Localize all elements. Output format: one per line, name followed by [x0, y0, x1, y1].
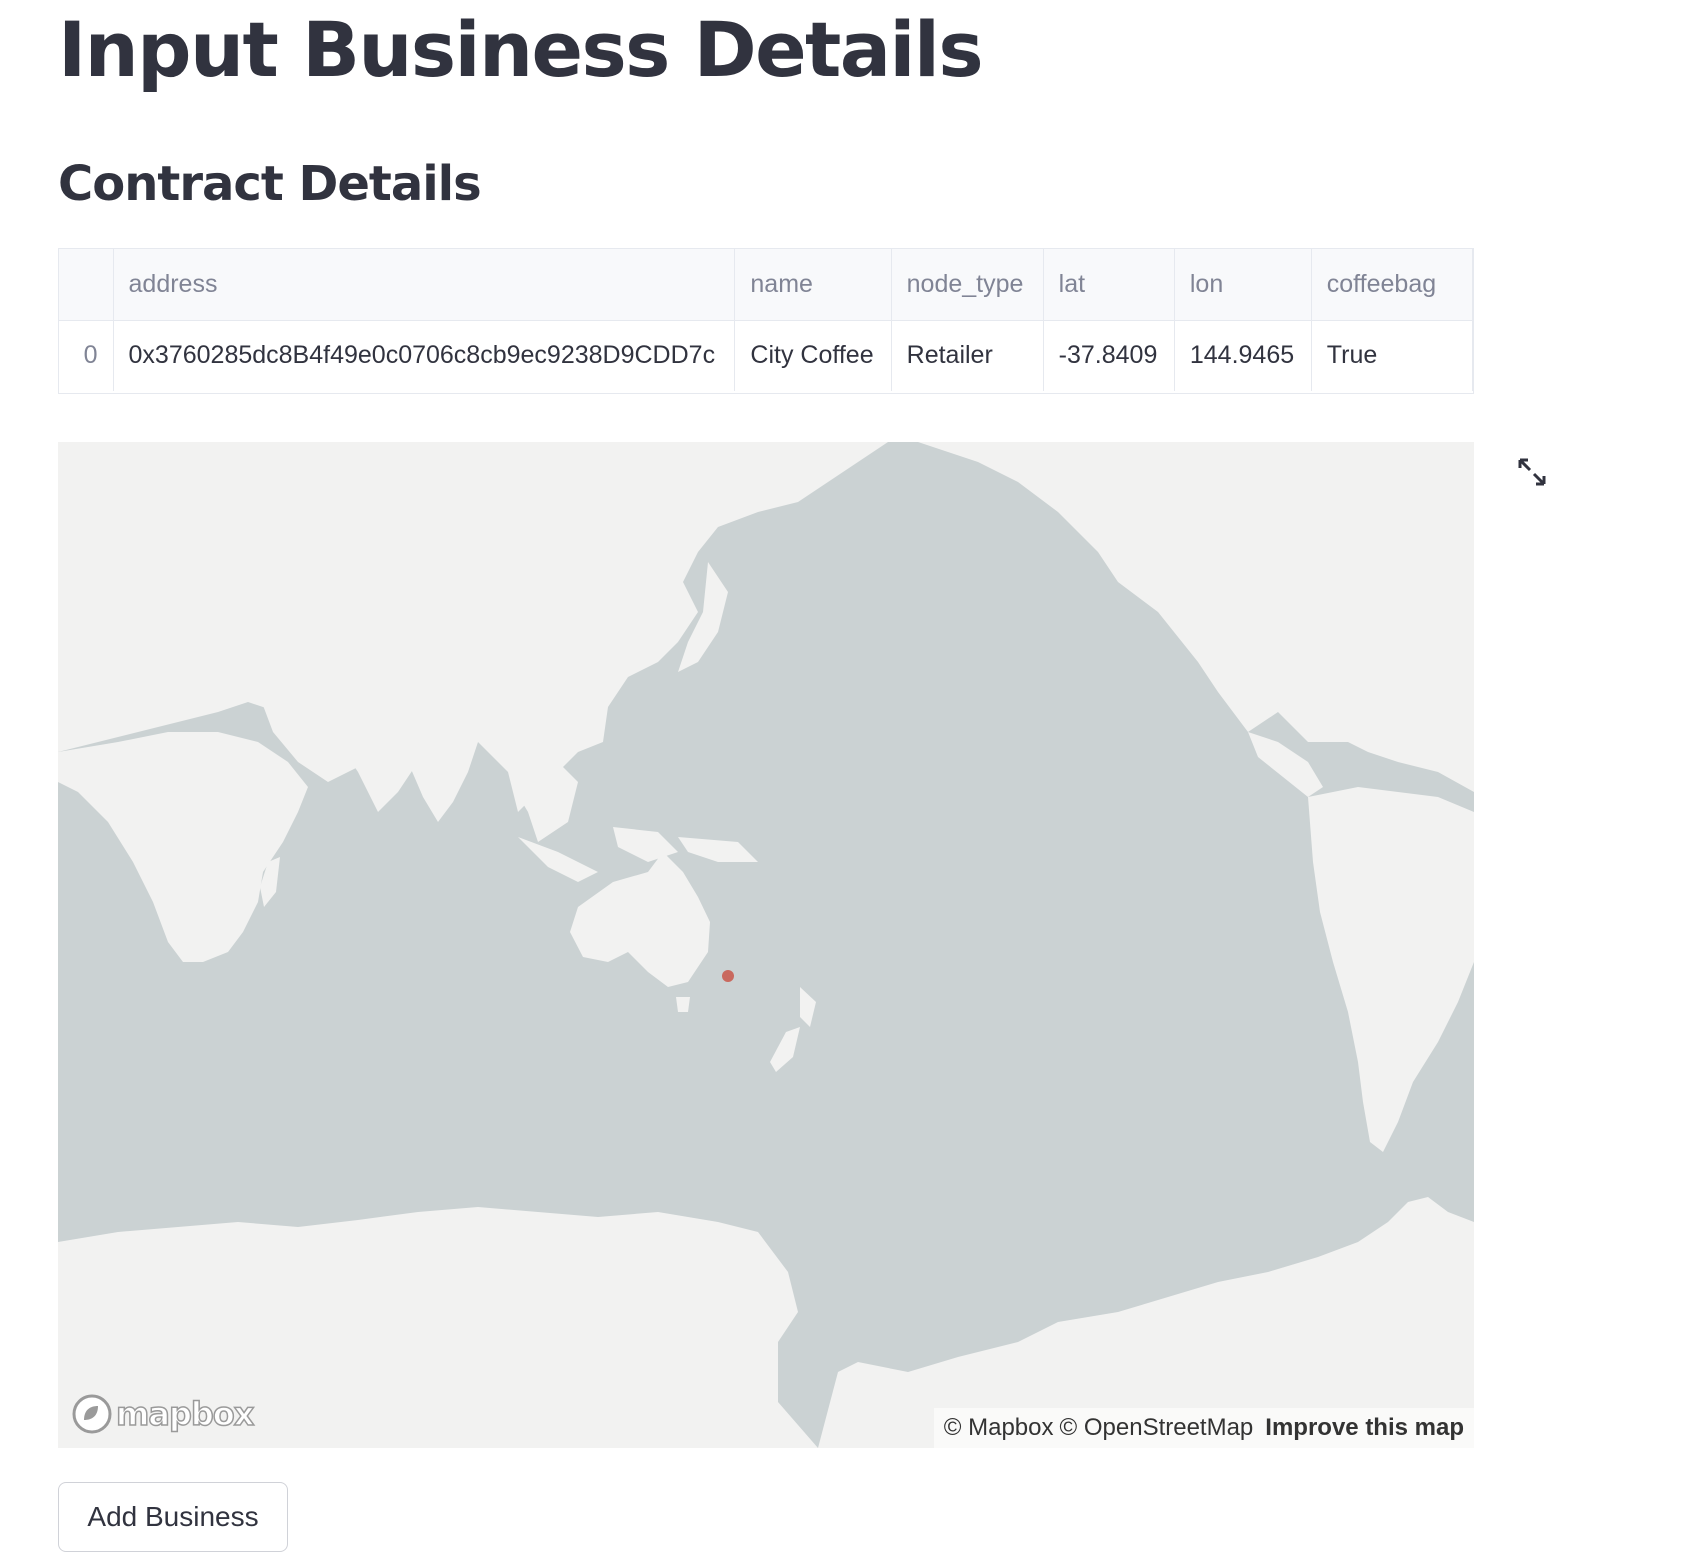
page-title: Input Business Details: [58, 5, 984, 94]
column-header-lat[interactable]: lat: [1043, 249, 1175, 321]
contract-details-table[interactable]: address name node_type lat lon coffeebag…: [58, 248, 1474, 394]
cell-index[interactable]: 0: [59, 320, 114, 391]
attribution-mapbox-link[interactable]: © Mapbox: [944, 1414, 1054, 1442]
attribution-osm-link[interactable]: © OpenStreetMap: [1060, 1414, 1254, 1442]
column-header-index[interactable]: [59, 249, 114, 321]
expand-icon[interactable]: [1512, 452, 1552, 492]
mapbox-logo-text: mapbox: [115, 1395, 255, 1433]
table-row: 0 0x3760285dc8B4f49e0c0706c8cb9ec9238D9C…: [59, 320, 1473, 391]
cell-name[interactable]: City Coffee: [734, 320, 892, 391]
add-business-button[interactable]: Add Business: [58, 1482, 288, 1552]
land-tasmania: [676, 997, 690, 1012]
improve-map-link[interactable]: Improve this map: [1265, 1414, 1464, 1442]
cell-coffeebag[interactable]: True: [1311, 320, 1473, 391]
mapbox-logo-icon: [72, 1394, 112, 1434]
section-title: Contract Details: [58, 156, 482, 212]
column-header-address[interactable]: address: [113, 249, 736, 321]
location-marker[interactable]: [722, 970, 734, 982]
column-header-coffeebag[interactable]: coffeebag: [1311, 249, 1473, 321]
column-header-lon[interactable]: lon: [1174, 249, 1312, 321]
map-view[interactable]: mapbox © Mapbox © OpenStreetMap Improve …: [58, 442, 1474, 1448]
world-map-graphic: [58, 442, 1474, 1448]
cell-lat[interactable]: -37.8409: [1043, 320, 1175, 391]
column-header-node-type[interactable]: node_type: [891, 249, 1044, 321]
cell-node-type[interactable]: Retailer: [891, 320, 1044, 391]
mapbox-logo: mapbox: [70, 1392, 255, 1436]
map-attribution: © Mapbox © OpenStreetMap Improve this ma…: [933, 1408, 1474, 1448]
column-header-name[interactable]: name: [734, 249, 892, 321]
cell-address[interactable]: 0x3760285dc8B4f49e0c0706c8cb9ec9238D9CDD…: [113, 320, 736, 391]
table-header-row: address name node_type lat lon coffeebag: [59, 249, 1473, 321]
cell-lon[interactable]: 144.9465: [1174, 320, 1312, 391]
